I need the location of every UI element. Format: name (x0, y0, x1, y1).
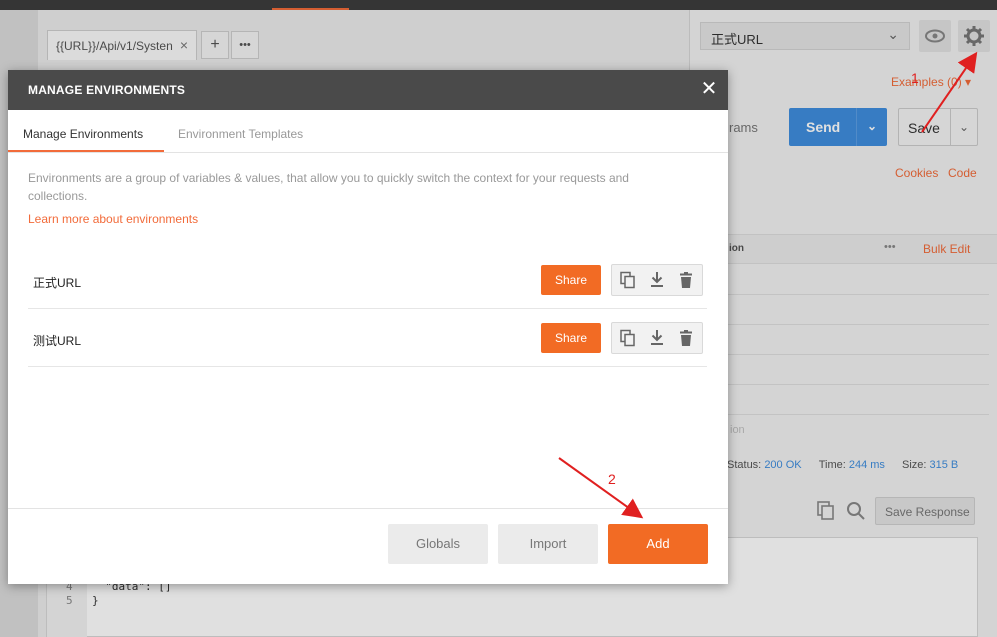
annotation-arrows (558, 51, 978, 519)
annotation-step-2: 2 (608, 471, 616, 487)
annotation-step-1: 1 (911, 70, 919, 86)
annotation-arrow-1 (921, 51, 978, 133)
annotation-arrow-2 (558, 457, 644, 519)
